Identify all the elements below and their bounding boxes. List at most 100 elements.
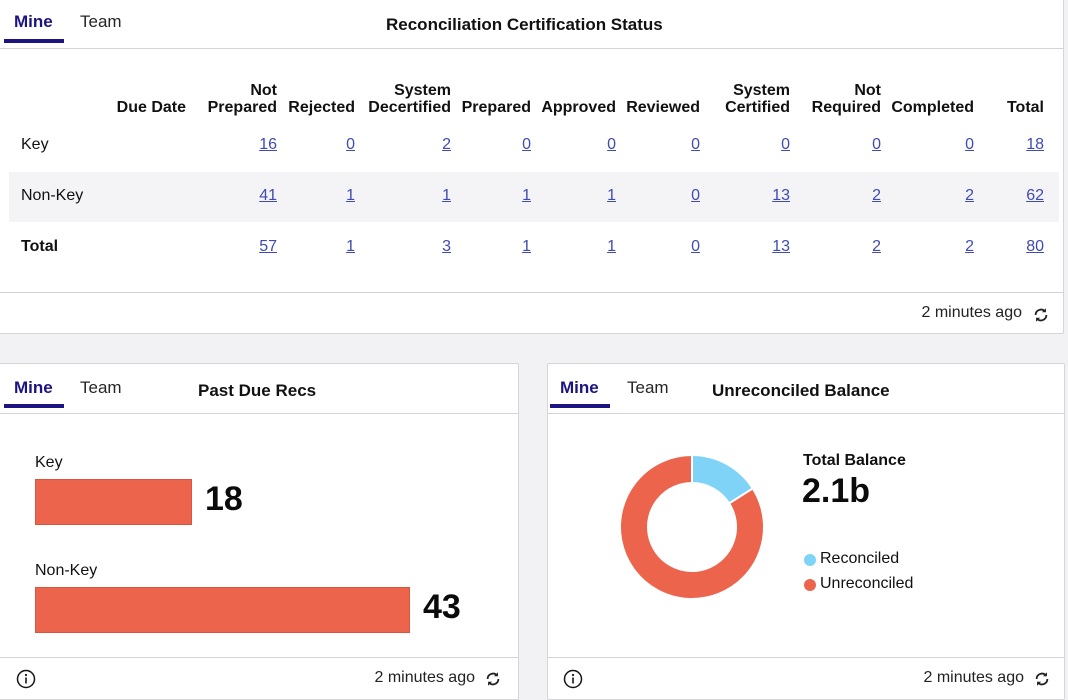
panel-title: Past Due Recs: [198, 381, 317, 400]
count-link[interactable]: 0: [522, 136, 531, 154]
column-header-line1: [541, 82, 616, 99]
tab-team[interactable]: Team: [627, 378, 669, 398]
count-link[interactable]: 80: [1026, 238, 1044, 256]
tab-mine[interactable]: Mine: [14, 12, 53, 32]
unreconciled-balance-panel: Mine Team Unreconciled Balance Total Bal…: [547, 363, 1065, 700]
legend-label: Reconciled: [820, 550, 900, 567]
count-link[interactable]: 1: [346, 187, 355, 205]
column-header-line2: Total: [1006, 99, 1044, 116]
count-link[interactable]: 0: [691, 136, 700, 154]
column-header-line1: System: [733, 82, 790, 99]
count-link[interactable]: 2: [965, 187, 974, 205]
balance-donut-chart: [619, 453, 765, 600]
column-header-line2: Decertified: [368, 99, 451, 116]
info-icon[interactable]: [16, 669, 36, 689]
column-header-line2: Certified: [725, 99, 790, 116]
count-link[interactable]: 0: [781, 136, 790, 154]
column-header-line2: Prepared: [461, 99, 531, 116]
count-link[interactable]: 0: [691, 238, 700, 256]
count-link[interactable]: 0: [872, 136, 881, 154]
bar-non-key[interactable]: [35, 587, 410, 633]
panel-header: Mine Team Unreconciled Balance: [548, 364, 1064, 414]
column-header-line2: Approved: [541, 99, 616, 116]
count-link[interactable]: 41: [259, 187, 277, 205]
count-link[interactable]: 2: [442, 136, 451, 154]
count-link[interactable]: 13: [772, 238, 790, 256]
footer-divider: [548, 657, 1064, 658]
count-link[interactable]: 18: [1026, 136, 1044, 154]
legend-swatch-reconciled: [804, 554, 816, 566]
count-link[interactable]: 0: [691, 187, 700, 205]
column-header-line1: Not: [854, 82, 881, 99]
count-link[interactable]: 2: [872, 187, 881, 205]
column-header-line1: [891, 82, 974, 99]
certification-status-panel: Mine Team Reconciliation Certification S…: [0, 0, 1064, 334]
total-balance-label: Total Balance: [803, 452, 906, 469]
column-header-line2: Due Date: [116, 99, 186, 116]
past-due-recs-panel: Mine Team Past Due Recs Key 18 Non-Key 43 2…: [0, 363, 519, 700]
last-updated: 2 minutes ago: [374, 669, 475, 686]
count-link[interactable]: 1: [442, 187, 451, 205]
info-icon[interactable]: [563, 669, 583, 689]
tab-team[interactable]: Team: [80, 12, 122, 32]
bar-category-label: Key: [35, 454, 63, 471]
row-label: Non-Key: [21, 187, 84, 204]
column-header-line1: Not: [250, 82, 277, 99]
last-updated: 2 minutes ago: [921, 304, 1022, 321]
last-updated: 2 minutes ago: [923, 669, 1024, 686]
refresh-icon[interactable]: [1032, 306, 1050, 324]
column-header-line1: [117, 82, 186, 99]
footer-divider: [0, 292, 1063, 293]
count-link[interactable]: 1: [607, 238, 616, 256]
column-header: Reviewed: [626, 82, 700, 116]
count-link[interactable]: 2: [872, 238, 881, 256]
bar-key[interactable]: [35, 479, 192, 525]
column-header-line1: [288, 82, 355, 99]
panel-title: Reconciliation Certification Status: [386, 15, 663, 34]
panel-header: Mine Team Past Due Recs: [0, 364, 518, 414]
row-label: Key: [21, 136, 49, 153]
total-balance-value: 2.1b: [802, 472, 871, 510]
column-header-line2: Reviewed: [626, 99, 700, 116]
column-header: Approved: [541, 82, 616, 116]
column-header-line1: [462, 82, 531, 99]
count-link[interactable]: 3: [442, 238, 451, 256]
tab-team[interactable]: Team: [80, 378, 122, 398]
count-link[interactable]: 0: [607, 136, 616, 154]
column-header: Rejected: [288, 82, 355, 116]
column-header-line2: Required: [811, 99, 881, 116]
active-tab-indicator: [4, 39, 64, 43]
column-header: System Decertified: [368, 82, 451, 116]
column-header-line1: [626, 82, 700, 99]
count-link[interactable]: 2: [965, 238, 974, 256]
refresh-icon[interactable]: [484, 670, 502, 688]
column-header-line2: Rejected: [288, 99, 355, 116]
column-header: Not Prepared: [208, 82, 277, 116]
count-link[interactable]: 16: [259, 136, 277, 154]
column-header: Due Date: [117, 82, 186, 116]
bar-value-label: 18: [205, 480, 243, 518]
count-link[interactable]: 1: [522, 187, 531, 205]
count-link[interactable]: 13: [772, 187, 790, 205]
column-header: Completed: [891, 82, 974, 116]
row-label: Total: [21, 238, 59, 255]
tab-mine[interactable]: Mine: [14, 378, 53, 398]
count-link[interactable]: 1: [346, 238, 355, 256]
count-link[interactable]: 57: [259, 238, 277, 256]
count-link[interactable]: 0: [346, 136, 355, 154]
column-header: System Certified: [725, 82, 790, 116]
column-header: Total: [1007, 82, 1044, 116]
column-header: Not Required: [812, 82, 881, 116]
count-link[interactable]: 0: [965, 136, 974, 154]
active-tab-indicator: [4, 404, 64, 408]
count-link[interactable]: 1: [522, 238, 531, 256]
panel-header: Mine Team Reconciliation Certification S…: [0, 0, 1063, 49]
count-link[interactable]: 1: [607, 187, 616, 205]
legend-label: Unreconciled: [820, 575, 914, 592]
legend-swatch-unreconciled: [804, 579, 816, 591]
column-header-line2: Prepared: [207, 99, 277, 116]
tab-mine[interactable]: Mine: [560, 378, 599, 398]
row-highlight: [9, 172, 1059, 222]
refresh-icon[interactable]: [1033, 670, 1051, 688]
count-link[interactable]: 62: [1026, 187, 1044, 205]
